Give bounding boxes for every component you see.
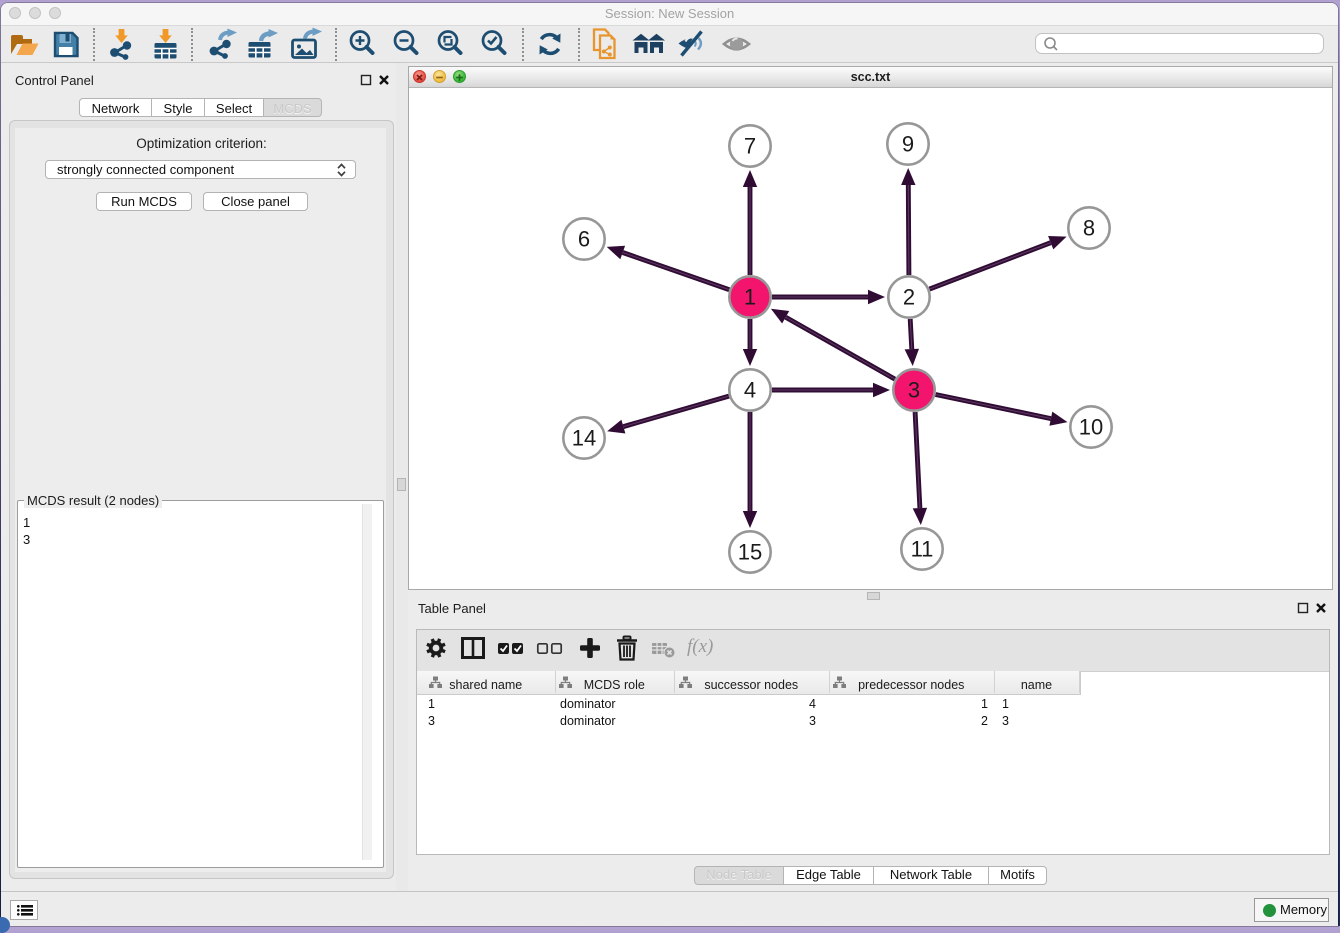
svg-text:3: 3 [908, 378, 920, 403]
svg-text:8: 8 [1083, 216, 1095, 241]
svg-text:11: 11 [911, 537, 934, 562]
svg-text:2: 2 [903, 285, 915, 310]
svg-text:7: 7 [744, 134, 756, 159]
svg-text:15: 15 [738, 540, 762, 565]
svg-text:14: 14 [572, 426, 596, 451]
svg-text:9: 9 [902, 132, 914, 157]
svg-text:6: 6 [578, 227, 590, 252]
svg-text:1: 1 [744, 285, 756, 310]
svg-text:4: 4 [744, 378, 756, 403]
svg-text:10: 10 [1079, 415, 1103, 440]
